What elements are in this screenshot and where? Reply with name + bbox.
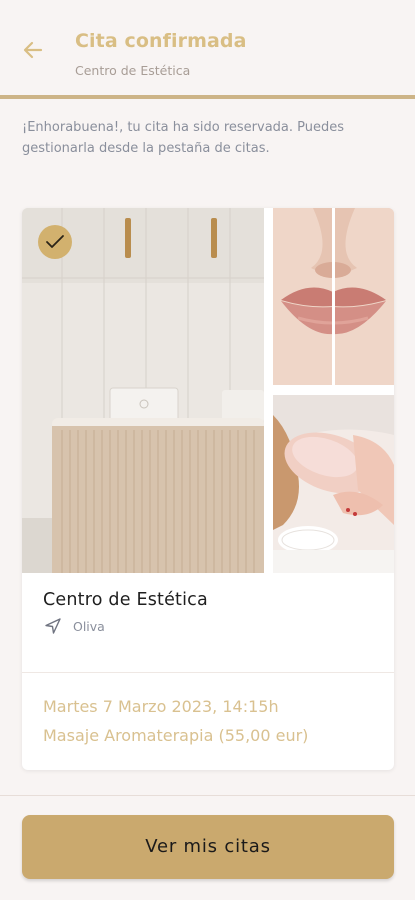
navigation-arrow-icon — [45, 618, 61, 634]
salon-reception-image — [22, 208, 264, 573]
appointment-date: Martes 7 Marzo 2023, 14:15h — [43, 697, 279, 716]
arrow-left-icon — [23, 41, 43, 59]
appointment-card: Centro de Estética Oliva Martes 7 Marzo … — [22, 208, 394, 770]
appointment-service: Masaje Aromaterapia (55,00 eur) — [43, 726, 309, 745]
center-name: Centro de Estética — [43, 590, 208, 610]
appointment-confirmed-screen: Cita confirmada Centro de Estética ¡Enho… — [0, 0, 415, 900]
confirmed-check-badge — [38, 225, 72, 259]
footer-divider — [0, 795, 415, 796]
page-title: Cita confirmada — [75, 30, 247, 52]
card-divider — [22, 672, 394, 673]
view-appointments-button[interactable]: Ver mis citas — [22, 815, 394, 879]
header-divider — [0, 95, 415, 99]
location-text: Oliva — [73, 619, 105, 634]
confirmation-message: ¡Enhorabuena!, tu cita ha sido reservada… — [22, 120, 345, 156]
header: Cita confirmada Centro de Estética — [0, 0, 415, 99]
back-button[interactable] — [18, 36, 48, 64]
checkmark-icon — [46, 235, 64, 248]
page-subtitle: Centro de Estética — [75, 63, 191, 78]
photo-gallery — [22, 208, 394, 573]
facial-treatment-image — [273, 395, 394, 573]
lips-treatment-image — [273, 208, 394, 385]
